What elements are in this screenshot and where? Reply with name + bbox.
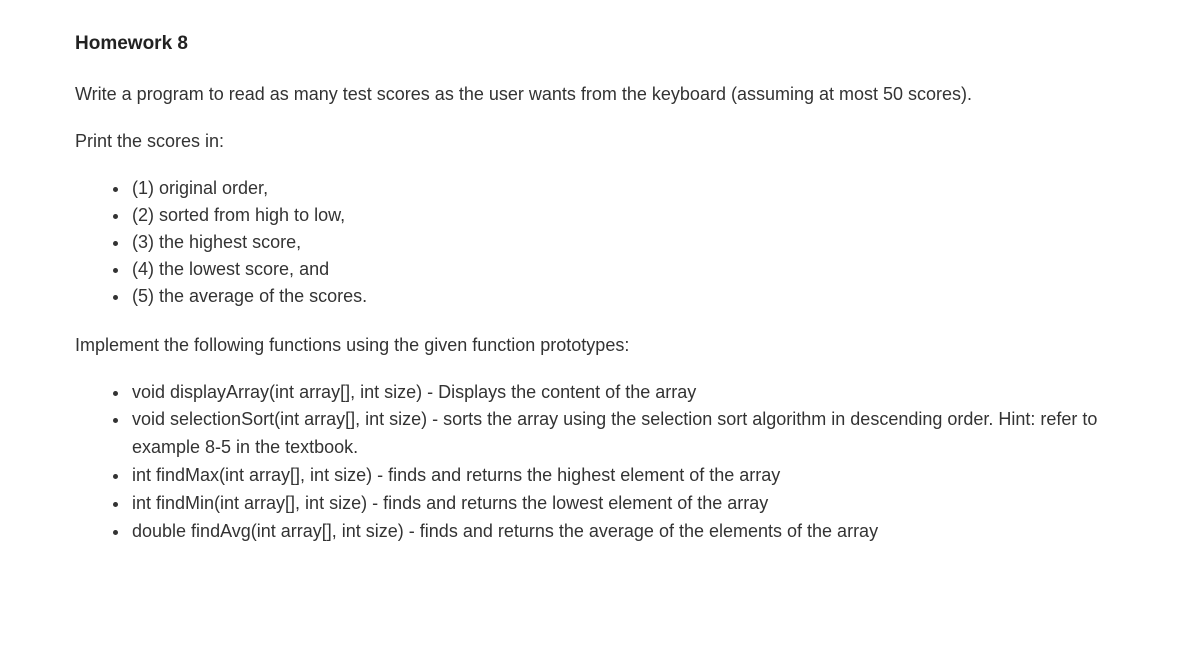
- list-item: (2) sorted from high to low,: [130, 202, 1125, 229]
- list-item: (5) the average of the scores.: [130, 283, 1125, 310]
- list-item: int findMin(int array[], int size) - fin…: [130, 490, 1125, 518]
- intro-paragraph: Write a program to read as many test sco…: [75, 81, 1125, 108]
- print-lead: Print the scores in:: [75, 128, 1125, 155]
- list-item: void selectionSort(int array[], int size…: [130, 406, 1125, 462]
- list-item: (3) the highest score,: [130, 229, 1125, 256]
- print-list: (1) original order, (2) sorted from high…: [75, 175, 1125, 310]
- list-item: (4) the lowest score, and: [130, 256, 1125, 283]
- homework-title: Homework 8: [75, 30, 1125, 59]
- list-item: void displayArray(int array[], int size)…: [130, 379, 1125, 407]
- list-item: (1) original order,: [130, 175, 1125, 202]
- list-item: double findAvg(int array[], int size) - …: [130, 518, 1125, 546]
- function-list: void displayArray(int array[], int size)…: [75, 379, 1125, 546]
- list-item: int findMax(int array[], int size) - fin…: [130, 462, 1125, 490]
- implement-lead: Implement the following functions using …: [75, 332, 1125, 359]
